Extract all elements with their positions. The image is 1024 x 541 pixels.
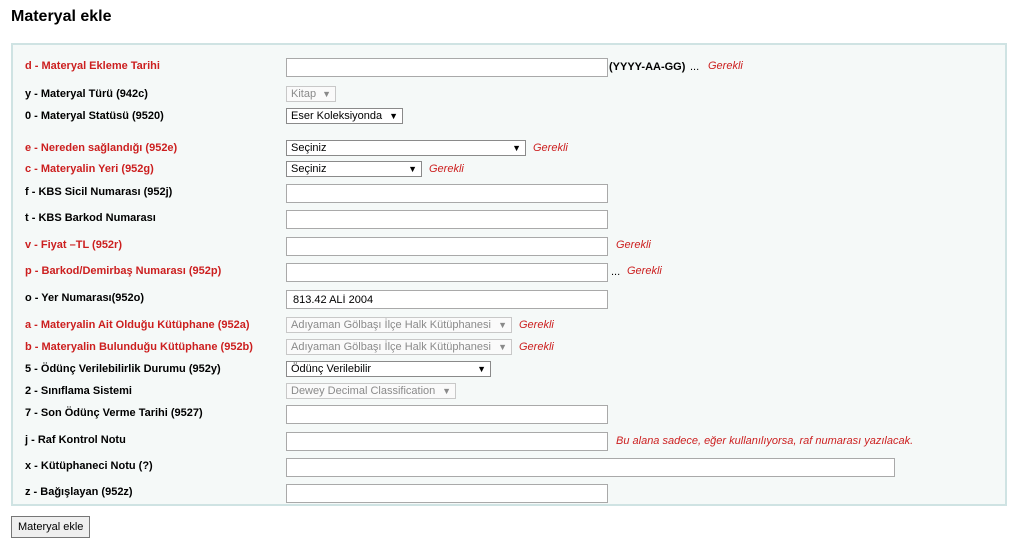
barkod-input[interactable] [286,210,608,229]
materyal-yeri-value: Seçiniz [291,163,327,175]
row-materyal-turu: y - Materyal Türü (942c) Kitap ▼ [13,86,1005,104]
label-barkod: t - KBS Barkod Numarası [25,212,156,224]
row-barkod: t - KBS Barkod Numarası [13,210,1005,229]
yer-numarasi-input[interactable] [286,290,608,309]
odunc-durumu-select[interactable]: Ödünç Verilebilir ▼ [286,361,491,377]
materyal-ekle-button[interactable]: Materyal ekle [11,516,91,538]
required-fiyat: Gerekli [616,239,651,251]
label-yer-numarasi: o - Yer Numarası(952o) [25,292,145,304]
row-sicil: f - KBS Sicil Numarası (952j) [13,184,1005,203]
row-yer-numarasi: o - Yer Numarası(952o) [13,290,1005,309]
row-bagislayan: z - Bağışlayan (952z) [13,484,1005,503]
label-odunc-durumu: 5 - Ödünç Verilebilirlik Durumu (952y) [25,363,221,375]
chevron-down-icon: ▼ [389,111,398,121]
row-ekleme-tarihi: d - Materyal Ekleme Tarihi (YYYY-AA-GG) … [13,58,1005,77]
nereden-value: Seçiniz [291,142,327,154]
materyal-yeri-select[interactable]: Seçiniz ▼ [286,161,422,177]
siniflama-select[interactable]: Dewey Decimal Classification ▼ [286,383,456,399]
kutuphaneci-notu-input[interactable] [286,458,895,477]
ekleme-tarihi-input[interactable] [286,58,608,77]
required-ekleme-tarihi: Gerekli [708,60,743,72]
chevron-down-icon: ▼ [322,89,331,99]
required-materyal-yeri: Gerekli [429,163,464,175]
materyal-statusu-select[interactable]: Eser Koleksiyonda ▼ [286,108,403,124]
row-siniflama: 2 - Sınıflama Sistemi Dewey Decimal Clas… [13,383,1005,401]
required-demirbas: Gerekli [627,265,662,277]
chevron-down-icon: ▼ [498,320,507,330]
row-materyal-yeri: c - Materyalin Yeri (952g) Seçiniz ▼ Ger… [13,161,1005,179]
chevron-down-icon: ▼ [408,164,417,174]
label-ekleme-tarihi: d - Materyal Ekleme Tarihi [25,60,160,72]
row-raf-notu: j - Raf Kontrol Notu Bu alana sadece, eğ… [13,432,1005,451]
required-bulundugu-kutuphane: Gerekli [519,341,554,353]
row-kutuphaneci-notu: x - Kütüphaneci Notu (?) [13,458,1005,477]
odunc-durumu-value: Ödünç Verilebilir [291,363,372,375]
required-ait-kutuphane: Gerekli [519,319,554,331]
label-nereden: e - Nereden sağlandığı (952e) [25,142,178,154]
label-bagislayan: z - Bağışlayan (952z) [25,486,133,498]
materyal-turu-value: Kitap [291,88,317,100]
label-demirbas: p - Barkod/Demirbaş Numarası (952p) [25,265,222,277]
bulundugu-kutuphane-value: Adıyaman Gölbaşı İlçe Halk Kütüphanesi [291,341,491,353]
material-form: d - Materyal Ekleme Tarihi (YYYY-AA-GG) … [11,43,1007,506]
date-format-hint: (YYYY-AA-GG) [609,61,686,73]
page-title: Materyal ekle [11,8,112,25]
fiyat-input[interactable] [286,237,608,256]
ait-kutuphane-value: Adıyaman Gölbaşı İlçe Halk Kütüphanesi [291,319,491,331]
raf-notu-hint: Bu alana sadece, eğer kullanılıyorsa, ra… [616,435,914,447]
row-odunc-durumu: 5 - Ödünç Verilebilirlik Durumu (952y) Ö… [13,361,1005,379]
chevron-down-icon: ▼ [477,364,486,374]
row-son-odunc: 7 - Son Ödünç Verme Tarihi (9527) [13,405,1005,424]
bulundugu-kutuphane-select[interactable]: Adıyaman Gölbaşı İlçe Halk Kütüphanesi ▼ [286,339,512,355]
label-ait-kutuphane: a - Materyalin Ait Olduğu Kütüphane (952… [25,319,250,331]
materyal-turu-select[interactable]: Kitap ▼ [286,86,336,102]
sicil-input[interactable] [286,184,608,203]
siniflama-value: Dewey Decimal Classification [291,385,436,397]
label-materyal-turu: y - Materyal Türü (942c) [25,88,148,100]
chevron-down-icon: ▼ [498,342,507,352]
label-materyal-yeri: c - Materyalin Yeri (952g) [25,163,154,175]
row-materyal-statusu: 0 - Materyal Statüsü (9520) Eser Koleksi… [13,108,1005,126]
row-ait-kutuphane: a - Materyalin Ait Olduğu Kütüphane (952… [13,317,1005,335]
raf-notu-input[interactable] [286,432,608,451]
label-bulundugu-kutuphane: b - Materyalin Bulunduğu Kütüphane (952b… [25,341,253,353]
row-nereden: e - Nereden sağlandığı (952e) Seçiniz ▼ … [13,140,1005,158]
chevron-down-icon: ▼ [442,386,451,396]
chevron-down-icon: ▼ [512,143,521,153]
demirbas-input[interactable] [286,263,608,282]
row-fiyat: v - Fiyat –TL (952r) Gerekli [13,237,1005,256]
demirbas-ellipsis[interactable]: ... [611,266,620,278]
label-sicil: f - KBS Sicil Numarası (952j) [25,186,173,198]
row-bulundugu-kutuphane: b - Materyalin Bulunduğu Kütüphane (952b… [13,339,1005,357]
label-fiyat: v - Fiyat –TL (952r) [25,239,122,251]
bagislayan-input[interactable] [286,484,608,503]
nereden-select[interactable]: Seçiniz ▼ [286,140,526,156]
required-nereden: Gerekli [533,142,568,154]
label-siniflama: 2 - Sınıflama Sistemi [25,385,132,397]
label-raf-notu: j - Raf Kontrol Notu [25,434,126,446]
ait-kutuphane-select[interactable]: Adıyaman Gölbaşı İlçe Halk Kütüphanesi ▼ [286,317,512,333]
row-demirbas: p - Barkod/Demirbaş Numarası (952p) ... … [13,263,1005,282]
date-picker-ellipsis[interactable]: ... [690,61,699,73]
son-odunc-input[interactable] [286,405,608,424]
materyal-statusu-value: Eser Koleksiyonda [291,110,383,122]
label-kutuphaneci-notu: x - Kütüphaneci Notu (?) [25,460,153,472]
label-materyal-statusu: 0 - Materyal Statüsü (9520) [25,110,164,122]
label-son-odunc: 7 - Son Ödünç Verme Tarihi (9527) [25,407,203,419]
